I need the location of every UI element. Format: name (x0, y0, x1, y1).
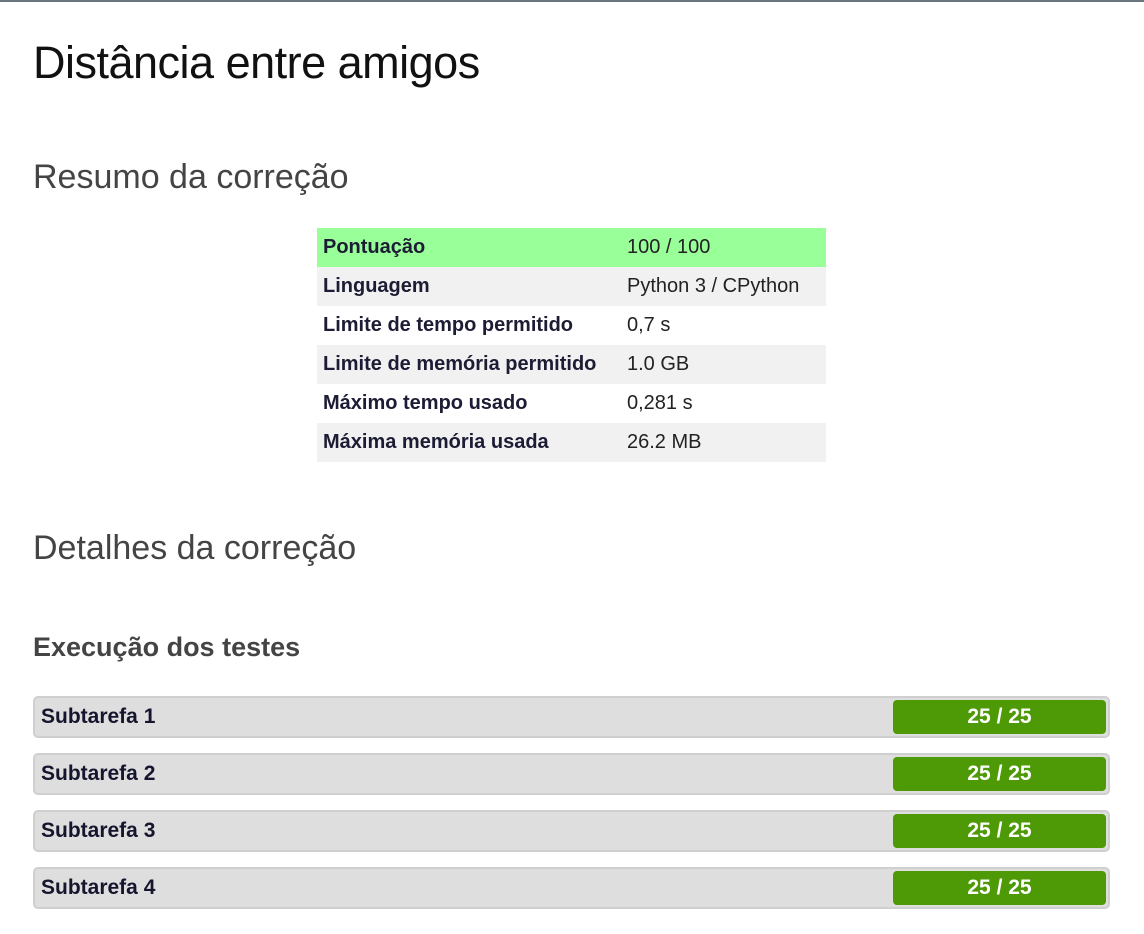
summary-label: Máximo tempo usado (323, 392, 528, 414)
subtask-score-badge: 25 / 25 (893, 757, 1106, 791)
summary-heading: Resumo da correção (33, 158, 349, 196)
summary-table: Pontuação 100 / 100 Linguagem Python 3 /… (317, 228, 826, 462)
subtask-name: Subtarefa 3 (41, 819, 156, 842)
summary-label: Limite de tempo permitido (323, 314, 574, 336)
subtask-score-badge: 25 / 25 (893, 700, 1106, 734)
summary-value: 0,7 s (627, 314, 671, 336)
subtask-name: Subtarefa 4 (41, 876, 156, 899)
subtask-4[interactable]: Subtarefa 4 25 / 25 (33, 867, 1110, 909)
summary-value: 100 / 100 (627, 236, 711, 258)
summary-row-max-memory: Máxima memória usada 26.2 MB (317, 423, 826, 462)
subtask-score-badge: 25 / 25 (893, 814, 1106, 848)
subtask-name: Subtarefa 1 (41, 705, 156, 728)
subtask-score-badge: 25 / 25 (893, 871, 1106, 905)
page-title: Distância entre amigos (33, 37, 480, 88)
summary-value: 1.0 GB (627, 353, 690, 375)
summary-label: Máxima memória usada (323, 431, 549, 453)
summary-row-score: Pontuação 100 / 100 (317, 228, 826, 267)
summary-value: 0,281 s (627, 392, 693, 414)
summary-row-language: Linguagem Python 3 / CPython (317, 267, 826, 306)
subtask-2[interactable]: Subtarefa 2 25 / 25 (33, 753, 1110, 795)
summary-label: Limite de memória permitido (323, 353, 597, 375)
summary-label: Pontuação (323, 236, 426, 258)
summary-row-max-time: Máximo tempo usado 0,281 s (317, 384, 826, 423)
details-heading: Detalhes da correção (33, 529, 357, 567)
subtask-name: Subtarefa 2 (41, 762, 156, 785)
subtask-3[interactable]: Subtarefa 3 25 / 25 (33, 810, 1110, 852)
summary-value: Python 3 / CPython (627, 275, 800, 297)
subtask-1[interactable]: Subtarefa 1 25 / 25 (33, 696, 1110, 738)
summary-value: 26.2 MB (627, 431, 702, 453)
summary-row-memory-limit: Limite de memória permitido 1.0 GB (317, 345, 826, 384)
top-border (0, 0, 1144, 2)
summary-label: Linguagem (323, 275, 430, 297)
tests-heading: Execução dos testes (33, 632, 301, 662)
summary-row-time-limit: Limite de tempo permitido 0,7 s (317, 306, 826, 345)
